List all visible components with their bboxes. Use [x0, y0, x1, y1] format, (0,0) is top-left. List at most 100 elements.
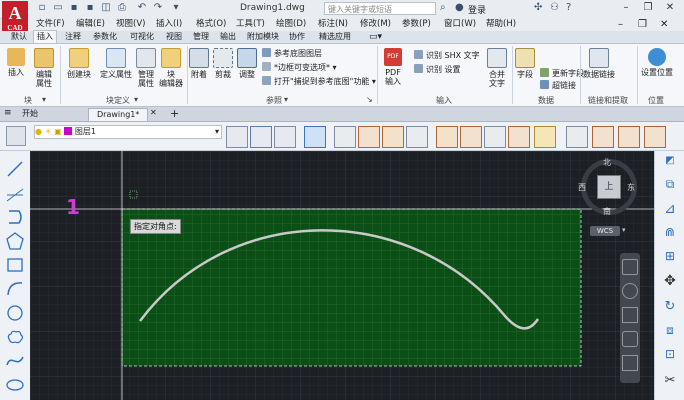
reference-panel-launcher-icon[interactable]: ↘: [366, 95, 373, 104]
menu-dimension[interactable]: 标注(N): [318, 18, 348, 31]
save-icon[interactable]: ▪: [68, 2, 80, 14]
layer-dropdown[interactable]: ● ☀ ▣ 图层1 ▾: [34, 125, 222, 139]
spline-icon[interactable]: [5, 351, 25, 371]
compass-south[interactable]: 南: [603, 206, 611, 217]
menu-edit[interactable]: 编辑(E): [76, 18, 105, 31]
hyperlink-button[interactable]: 超链接: [540, 80, 576, 91]
menu-window[interactable]: 窗口(W): [444, 18, 476, 31]
search-icon[interactable]: ⌕: [440, 2, 446, 13]
set-location-button[interactable]: 设置位置: [640, 48, 674, 77]
close-icon[interactable]: ✕: [662, 1, 678, 15]
recognize-shx-button[interactable]: 识别 SHX 文字: [414, 50, 480, 61]
mtext-icon[interactable]: [618, 126, 640, 148]
menu-icon[interactable]: ≡: [4, 108, 12, 118]
polygon-icon[interactable]: [5, 231, 25, 251]
pan-icon[interactable]: [622, 283, 638, 299]
login-link[interactable]: 登录: [468, 3, 486, 16]
define-attribute-button[interactable]: 定义属性: [98, 48, 134, 79]
menu-draw[interactable]: 绘图(D): [276, 18, 306, 31]
tab-featured-apps[interactable]: 精选应用: [316, 31, 354, 43]
clip-button[interactable]: 剪裁: [212, 48, 234, 79]
data-link-button[interactable]: 数据链接: [582, 48, 616, 79]
tab-collaborate[interactable]: 协作: [286, 31, 308, 43]
app-logo[interactable]: A CAD: [2, 1, 28, 32]
erase-icon[interactable]: [358, 126, 380, 148]
move-icon[interactable]: ✥: [660, 273, 680, 293]
tab-drawing1[interactable]: Drawing1*: [88, 108, 149, 121]
help-icon[interactable]: ?: [566, 2, 571, 13]
attach-button[interactable]: 附着: [188, 48, 210, 79]
text-edit-icon[interactable]: [592, 126, 614, 148]
menu-tools[interactable]: 工具(T): [236, 18, 265, 31]
frame-options-dropdown[interactable]: *边框可变选项* ▾: [262, 62, 337, 73]
brush-icon[interactable]: [460, 126, 482, 148]
field-button[interactable]: 字段: [514, 48, 536, 79]
pattern-icon[interactable]: [484, 126, 506, 148]
compass-north[interactable]: 北: [603, 157, 611, 168]
zoom-icon[interactable]: [622, 307, 638, 323]
close-tab-icon[interactable]: ✕: [150, 108, 157, 117]
revision-cloud-icon[interactable]: [5, 327, 25, 347]
underlay-layers-button[interactable]: 参考底图图层: [262, 48, 322, 59]
menu-close-icon[interactable]: ✕: [660, 18, 668, 31]
attribute-edit-icon[interactable]: [644, 126, 666, 148]
menu-minimize-icon[interactable]: –: [618, 18, 623, 31]
undo-icon[interactable]: ↶: [136, 2, 148, 14]
wcs-dropdown-icon[interactable]: ▾: [622, 226, 626, 234]
menu-help[interactable]: 帮助(H): [486, 18, 516, 31]
edit-attribute-button[interactable]: 编辑 属性: [32, 48, 56, 88]
tab-manage[interactable]: 管理: [190, 31, 212, 43]
merge-text-button[interactable]: 合并 文字: [484, 48, 510, 88]
drawing-canvas[interactable]: 1 指定对角点: 上 北 南 东 西 WCS ▾: [30, 151, 654, 400]
orbit-icon[interactable]: [622, 331, 638, 347]
snap-underlay-dropdown[interactable]: 打开"捕捉到参考底图"功能 ▾: [262, 76, 376, 87]
search-input[interactable]: 键入关键字或短语: [324, 2, 436, 15]
erase-tool-icon[interactable]: ◩: [660, 155, 680, 175]
tab-addins[interactable]: 附加模块: [244, 31, 282, 43]
restore-icon[interactable]: ❐: [640, 1, 656, 15]
manage-attribute-button[interactable]: 管理 属性: [134, 48, 158, 88]
block-define-expand-icon[interactable]: ▾: [134, 95, 138, 104]
menu-modify[interactable]: 修改(M): [360, 18, 391, 31]
rectangle-icon[interactable]: [5, 255, 25, 275]
offset-icon[interactable]: ⋒: [660, 225, 680, 245]
tab-start[interactable]: 开始: [14, 108, 46, 120]
account-icon[interactable]: ⚇: [550, 2, 559, 13]
tab-default[interactable]: 默认: [8, 31, 30, 43]
menu-format[interactable]: 格式(O): [196, 18, 226, 31]
rotate-icon[interactable]: ↻: [660, 299, 680, 319]
pdf-import-button[interactable]: PDF PDF 输入: [380, 48, 406, 86]
viewcube-top-face[interactable]: 上: [597, 175, 621, 199]
layer-properties-icon[interactable]: [6, 126, 26, 146]
marker-icon[interactable]: [508, 126, 530, 148]
copy-icon[interactable]: ⧉: [660, 177, 680, 197]
new-tab-icon[interactable]: +: [170, 107, 179, 120]
block-editor-button[interactable]: 块 编辑器: [158, 48, 184, 88]
scale-icon[interactable]: ⧈: [660, 323, 680, 343]
arc-icon[interactable]: [5, 279, 25, 299]
hatch-icon[interactable]: [334, 126, 356, 148]
redo-icon[interactable]: ↷: [152, 2, 164, 14]
wcs-menu[interactable]: WCS: [590, 226, 620, 236]
tab-visualize[interactable]: 可视化: [127, 31, 157, 43]
showmotion-icon[interactable]: [622, 355, 638, 371]
layer-previous-icon[interactable]: [274, 126, 296, 148]
make-current-icon[interactable]: [226, 126, 248, 148]
pencil-icon[interactable]: [382, 126, 404, 148]
compass-east[interactable]: 东: [627, 182, 635, 193]
reference-panel-expand-icon[interactable]: ▾: [284, 95, 288, 104]
adjust-button[interactable]: 调整: [236, 48, 258, 79]
menu-parameter[interactable]: 参数(P): [402, 18, 431, 31]
sweep-icon[interactable]: [534, 126, 556, 148]
minimize-icon[interactable]: –: [618, 1, 634, 15]
stretch-icon[interactable]: ⊡: [660, 347, 680, 367]
block-panel-expand-icon[interactable]: ▾: [42, 95, 46, 104]
exchange-icon[interactable]: ✣: [534, 2, 542, 13]
line-icon[interactable]: [5, 159, 25, 179]
tab-annotate[interactable]: 注释: [62, 31, 84, 43]
ribbon-toggle-icon[interactable]: ▭▾: [366, 31, 385, 43]
update-fields-button[interactable]: 更新字段: [540, 68, 584, 79]
array-icon[interactable]: ⊞: [660, 249, 680, 269]
tab-parametric[interactable]: 参数化: [90, 31, 120, 43]
quick-access-dropdown-icon[interactable]: ▾: [170, 2, 182, 14]
